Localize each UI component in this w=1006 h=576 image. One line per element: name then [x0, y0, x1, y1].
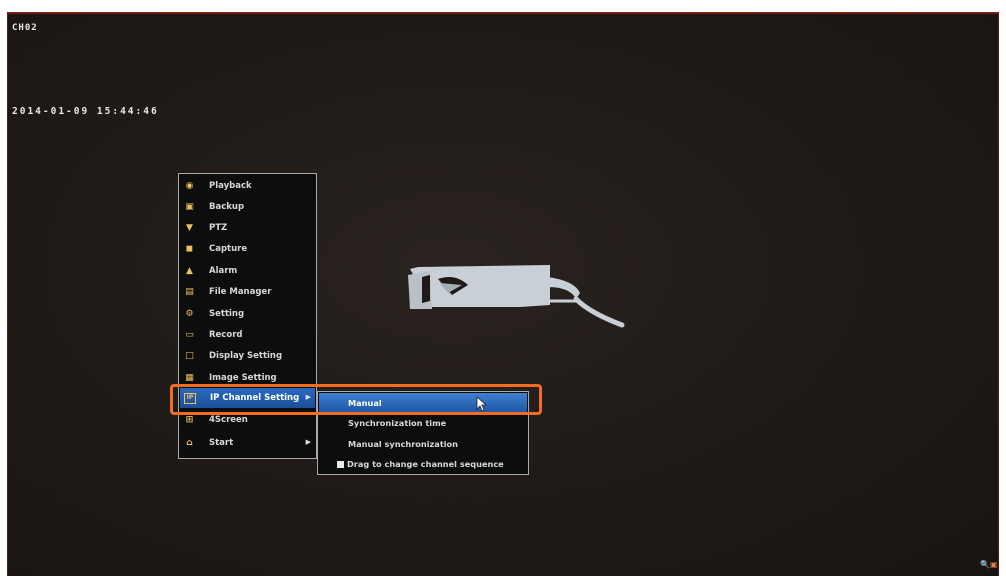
channel-label: CH02: [12, 23, 38, 33]
context-menu: ◉ Playback ▣ Backup ▼ PTZ ◼ Capture ▲ Alarm ▤ File …: [178, 173, 317, 459]
ptz-icon: ▼: [186, 222, 193, 233]
menu-item-label: PTZ: [209, 223, 228, 233]
menu-item-label: Setting: [209, 309, 245, 319]
camera-placeholder-icon: [408, 265, 625, 328]
setting-icon: ⚙: [185, 308, 194, 319]
zoom-icon[interactable]: 🔍▣: [980, 560, 998, 569]
menu-item-label: 4Screen: [209, 415, 248, 425]
menu-item-label: File Manager: [209, 287, 272, 297]
submenu-item-label: Synchronization time: [348, 418, 447, 428]
menu-item-label: Alarm: [209, 266, 238, 276]
menu-item-label: Image Setting: [209, 373, 277, 383]
submenu-arrow-icon: ▶: [305, 438, 311, 446]
menu-item-ptz[interactable]: ▼ PTZ: [180, 218, 315, 238]
menu-item-start[interactable]: ⌂ Start ▶: [180, 433, 315, 453]
playback-icon: ◉: [185, 180, 194, 191]
menu-item-label: Start: [209, 438, 234, 448]
menu-item-label: Record: [209, 330, 243, 340]
mouse-cursor-icon: [476, 396, 488, 412]
menu-item-label: Playback: [209, 181, 252, 191]
menu-item-capture[interactable]: ◼ Capture: [180, 239, 315, 259]
menu-item-record[interactable]: ▭ Record: [180, 325, 315, 345]
display-setting-icon: □: [185, 350, 194, 361]
menu-item-backup[interactable]: ▣ Backup: [180, 197, 315, 217]
submenu-item-manual-synchronization[interactable]: Manual synchronization: [319, 434, 527, 453]
channel-sequence-checkbox[interactable]: [337, 460, 344, 468]
menu-item-label: Display Setting: [209, 351, 283, 361]
backup-icon: ▣: [185, 201, 194, 212]
image-setting-icon: ▦: [185, 372, 194, 383]
menu-item-alarm[interactable]: ▲ Alarm: [180, 261, 315, 281]
screen: CH02 2014-01-09 15:44:46 ◉ Playback ▣ Backu…: [0, 0, 1006, 576]
capture-icon: ◼: [185, 243, 194, 254]
menu-item-display-setting[interactable]: □ Display Setting: [180, 346, 315, 366]
submenu-item-synchronization-time[interactable]: Synchronization time: [319, 414, 527, 433]
start-icon: ⌂: [186, 437, 193, 448]
menu-item-setting[interactable]: ⚙ Setting: [180, 304, 315, 324]
menu-item-playback[interactable]: ◉ Playback: [180, 176, 315, 196]
menu-item-label: Capture: [209, 244, 248, 254]
osd-datetime: 2014-01-09 15:44:46: [12, 106, 159, 117]
four-screen-icon: ⊞: [185, 414, 194, 425]
alarm-icon: ▲: [186, 265, 193, 276]
menu-item-file-manager[interactable]: ▤ File Manager: [180, 282, 315, 302]
submenu-item-drag-to-change-channel-sequence[interactable]: Drag to change channel sequence: [319, 455, 527, 474]
menu-item-label: Backup: [209, 202, 245, 212]
record-icon: ▭: [185, 329, 194, 340]
submenu-item-label: Manual synchronization: [348, 438, 458, 449]
file-manager-icon: ▤: [185, 286, 194, 297]
submenu-item-label: Drag to change channel sequence: [347, 459, 504, 469]
